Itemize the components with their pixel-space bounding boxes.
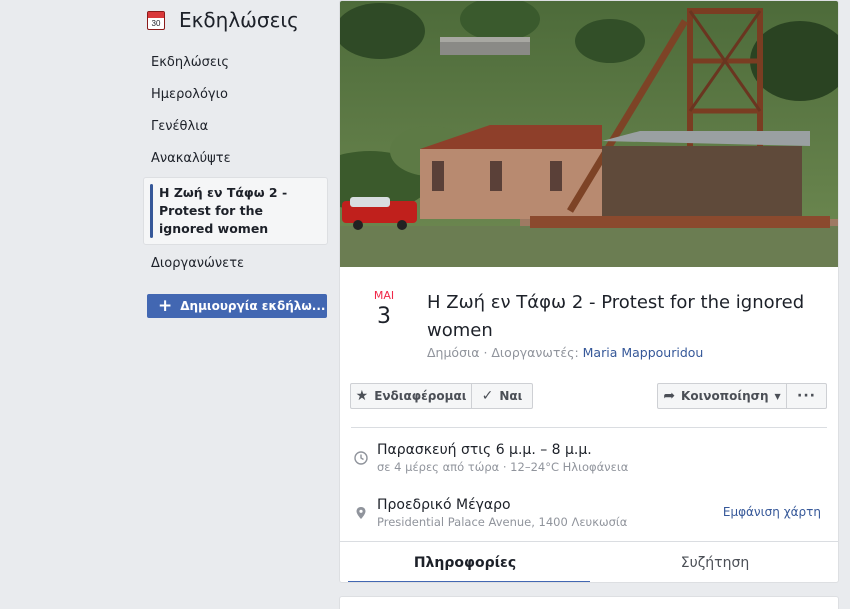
sidebar-header: 30 Εκδηλώσεις	[143, 0, 329, 40]
event-title: Η Ζωή εν Τάφω 2 - Protest for the ignore…	[427, 292, 805, 341]
interested-button[interactable]: ★ Ενδιαφέρομαι	[350, 383, 472, 409]
show-map-link[interactable]: Εμφάνιση χάρτη	[723, 505, 821, 519]
divider	[351, 427, 827, 428]
star-icon: ★	[355, 388, 369, 404]
location-pin-icon	[356, 507, 366, 519]
plus-icon: +	[158, 295, 173, 316]
sidebar-item-discover[interactable]: Ανακαλύψτε	[143, 143, 329, 175]
event-time-detail: σε 4 μέρες από τώρα · 12–24°C Ηλιοφάνεια	[377, 460, 629, 474]
event-tabs: Πληροφορίες Συζήτηση	[340, 541, 838, 582]
event-card: ΜΑΙ 3 Η Ζωή εν Τάφω 2 - Protest for the …	[339, 0, 839, 583]
events-sidebar: 30 Εκδηλώσεις Εκδηλώσεις Ημερολόγιο Γενέ…	[143, 0, 329, 318]
caret-down-icon: ▼	[774, 391, 781, 401]
event-day: 3	[377, 304, 391, 329]
interested-label: Ενδιαφέρομαι	[374, 389, 467, 403]
sidebar-title[interactable]: Εκδηλώσεις	[179, 8, 299, 32]
sidebar-item-current-event[interactable]: Η Ζωή εν Τάφω 2 - Protest for the ignore…	[143, 177, 328, 245]
event-month: ΜΑΙ	[373, 289, 395, 302]
next-card	[339, 596, 839, 609]
create-event-label: Δημιουργία εκδήλω...	[180, 299, 326, 313]
organizer-link[interactable]: Maria Mappouridou	[583, 345, 704, 360]
event-header: ΜΑΙ 3 Η Ζωή εν Τάφω 2 - Protest for the …	[340, 267, 838, 379]
event-privacy: Δημόσια · Διοργανωτές:	[427, 345, 583, 360]
share-button[interactable]: ➦ Κοινοποίηση ▼	[657, 383, 787, 409]
going-button[interactable]: ✓ Ναι	[471, 383, 533, 409]
sidebar-item-events[interactable]: Εκδηλώσεις	[143, 47, 329, 79]
sidebar-item-birthdays[interactable]: Γενέθλια	[143, 111, 329, 143]
tab-discussion[interactable]: Συζήτηση	[590, 542, 838, 582]
sidebar-item-hosting[interactable]: Διοργανώνετε	[143, 248, 329, 280]
tab-about[interactable]: Πληροφορίες	[340, 542, 590, 582]
check-icon: ✓	[481, 388, 494, 404]
sidebar-item-calendar[interactable]: Ημερολόγιο	[143, 79, 329, 111]
event-time: Παρασκευή στις 6 μ.μ. – 8 μ.μ.	[377, 442, 592, 458]
going-label: Ναι	[499, 389, 523, 403]
more-options-button[interactable]: ···	[786, 383, 827, 409]
location-name[interactable]: Προεδρικό Μέγαρο	[377, 497, 511, 513]
create-event-button[interactable]: + Δημιουργία εκδήλω... ▼	[147, 294, 327, 318]
event-date: ΜΑΙ 3	[362, 289, 406, 329]
clock-icon	[354, 451, 368, 465]
location-address: Presidential Palace Avenue, 1400 Λευκωσί…	[377, 515, 628, 529]
share-label: Κοινοποίηση	[681, 389, 769, 403]
event-meta: Δημόσια · Διοργανωτές: Maria Mappouridou	[427, 345, 703, 360]
event-cover-photo[interactable]	[340, 1, 839, 267]
share-arrow-icon: ➦	[663, 388, 676, 404]
calendar-icon: 30	[147, 10, 165, 30]
event-actions: ★ Ενδιαφέρομαι ✓ Ναι ➦ Κοινοποίηση ▼ ···	[340, 379, 838, 425]
